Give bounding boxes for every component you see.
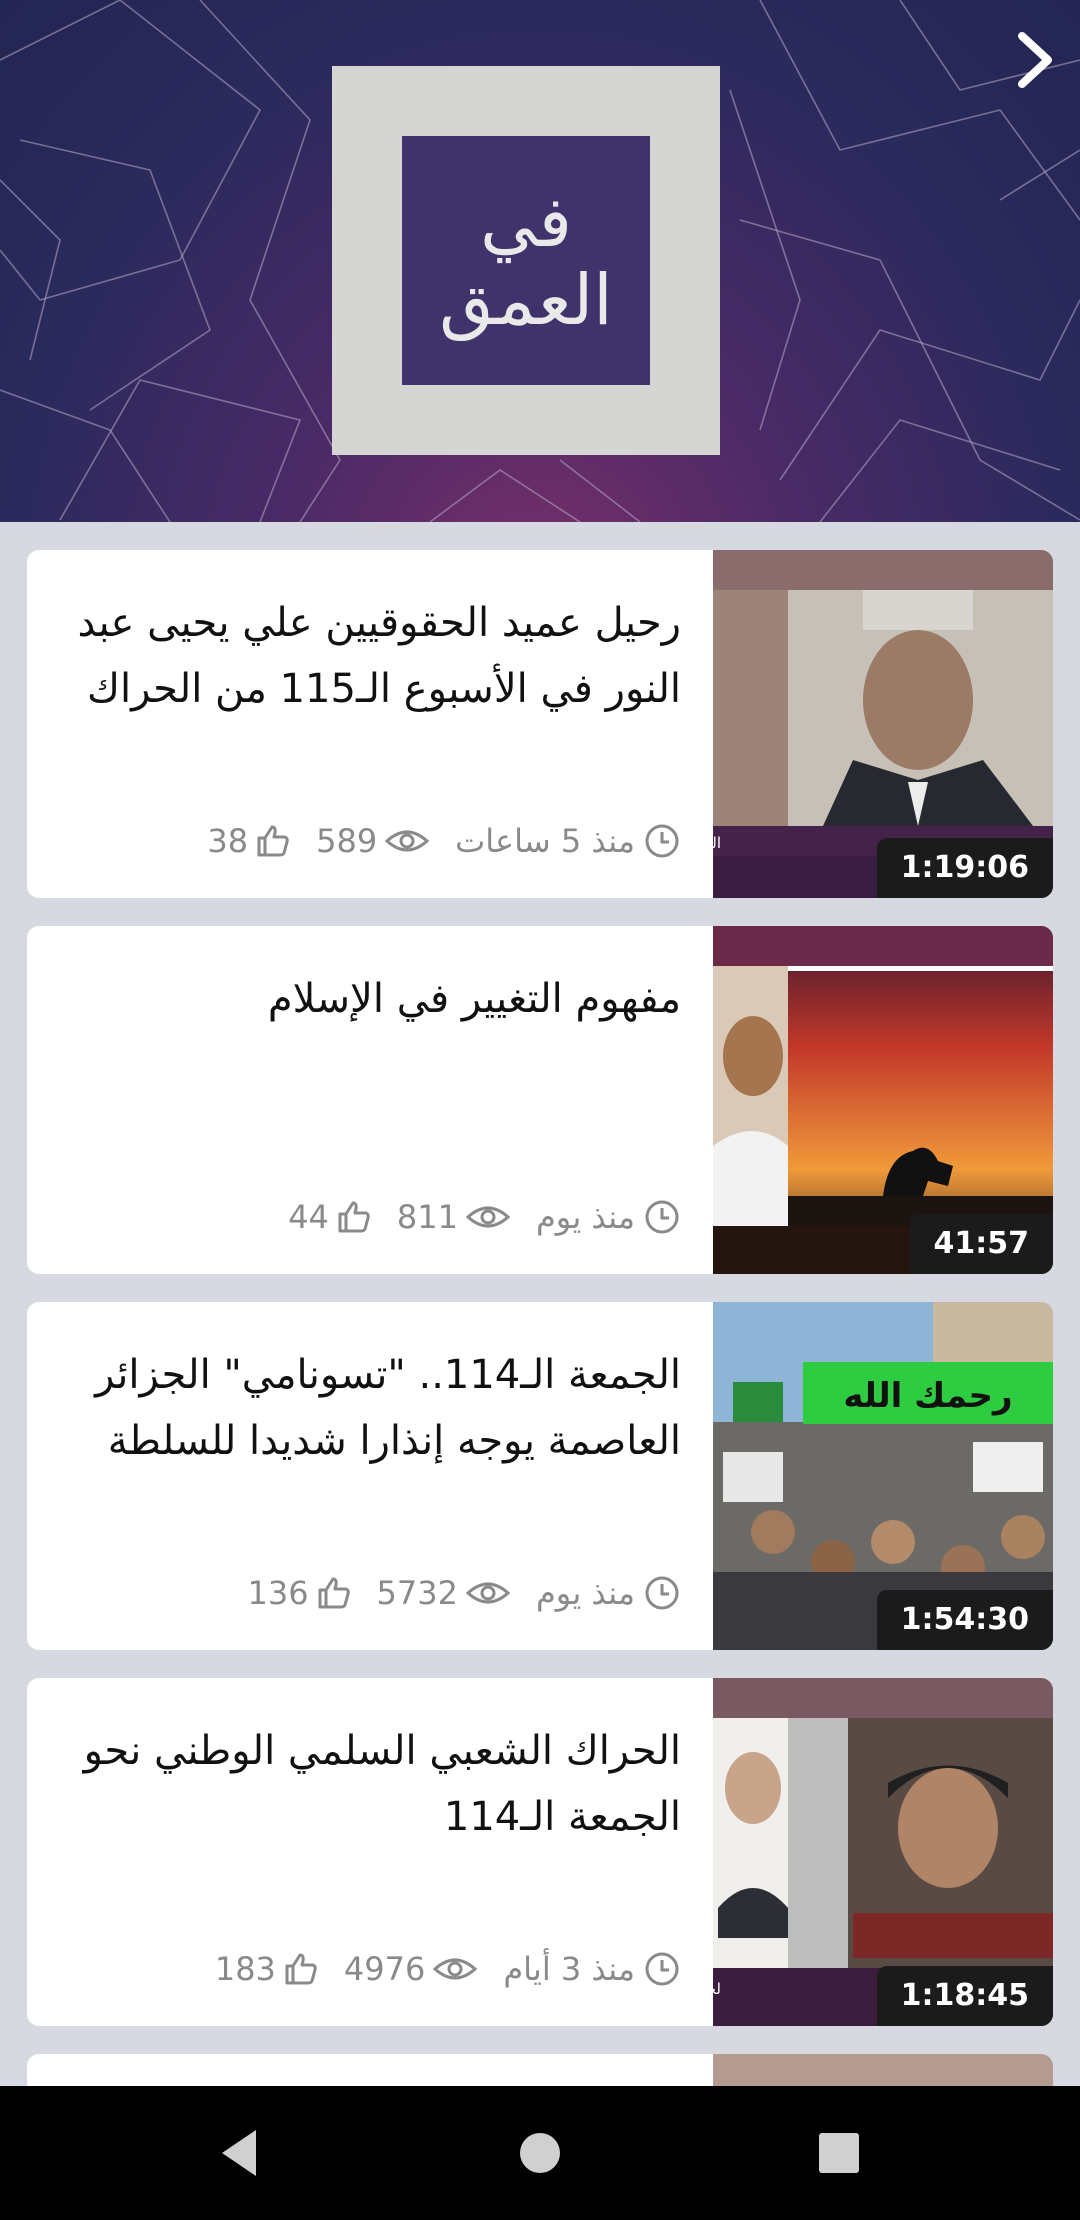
- eye-icon: [433, 1958, 478, 1980]
- video-card[interactable]: رحمك الله 1:54:30 الجمعة الـ114.. "تسونا…: [27, 1302, 1053, 1650]
- like-count: 44: [288, 1198, 329, 1236]
- video-title[interactable]: مفهوم التغيير في الإسلام: [61, 966, 681, 1032]
- thumb-caption: لجمعة الـ114: [713, 1980, 721, 1998]
- video-card[interactable]: 41:57 مفهوم التغيير في الإسلام منذ يوم 8…: [27, 926, 1053, 1274]
- video-thumbnail[interactable]: النور في الأسبوع الـ115 من 1:19:06: [713, 550, 1053, 898]
- video-card[interactable]: لجمعة الـ114 1:18:45 الحراك الشعبي السلم…: [27, 1678, 1053, 2026]
- system-nav-bar: [0, 2086, 1080, 2220]
- time-ago: منذ يوم: [535, 1198, 635, 1236]
- thumbs-up-icon: [257, 825, 289, 857]
- clock-icon: [645, 824, 679, 858]
- video-title[interactable]: الحراك الشعبي السلمي الوطني نحو الجمعة ا…: [61, 1718, 681, 1850]
- like-count: 183: [214, 1950, 276, 1988]
- thumbs-up-icon: [318, 1577, 350, 1609]
- thumbs-up-icon: [338, 1201, 370, 1233]
- duration-badge: 1:18:45: [876, 1966, 1053, 2026]
- time-ago: منذ 3 أيام: [503, 1950, 635, 1988]
- time-ago: منذ 5 ساعات: [455, 822, 635, 860]
- recents-square-icon[interactable]: [806, 2120, 872, 2186]
- view-count: 589: [316, 822, 378, 860]
- video-thumbnail[interactable]: رحمك الله 1:54:30: [713, 1302, 1053, 1650]
- clock-icon: [645, 1952, 679, 1986]
- video-title[interactable]: الجمعة الـ114.. "تسونامي" الجزائر العاصم…: [61, 1342, 681, 1474]
- clock-icon: [645, 1576, 679, 1610]
- like-count: 38: [207, 822, 249, 860]
- logo-line-2: العمق: [439, 258, 613, 341]
- like-count: 136: [247, 1574, 309, 1612]
- duration-badge: 1:19:06: [876, 838, 1053, 898]
- show-logo-inner: في العمق: [402, 136, 650, 385]
- video-meta: منذ 3 أيام 4976 183: [215, 1950, 681, 1988]
- view-count: 5732: [376, 1574, 458, 1612]
- video-meta: منذ يوم 5732 136: [247, 1574, 681, 1612]
- home-circle-icon[interactable]: [507, 2120, 573, 2186]
- eye-icon: [385, 830, 430, 852]
- video-meta: منذ 5 ساعات 589 38: [207, 822, 681, 860]
- duration-badge: 41:57: [909, 1214, 1053, 1274]
- duration-badge: 1:54:30: [876, 1590, 1053, 1650]
- video-thumbnail[interactable]: 41:57: [713, 926, 1053, 1274]
- logo-line-1: في: [480, 180, 572, 263]
- view-count: 811: [396, 1198, 458, 1236]
- chevron-right-icon[interactable]: [1002, 26, 1062, 94]
- back-triangle-icon[interactable]: [208, 2120, 274, 2186]
- show-logo-text: في العمق: [439, 183, 612, 339]
- video-title[interactable]: رحيل عميد الحقوقيين علي يحيى عبد النور ف…: [61, 590, 681, 722]
- thumb-banner-text: رحمك الله: [843, 1376, 1012, 1416]
- view-count: 4976: [343, 1950, 426, 1988]
- video-meta: منذ يوم 811 44: [288, 1198, 681, 1236]
- eye-icon: [465, 1582, 510, 1604]
- eye-icon: [465, 1206, 510, 1228]
- show-logo: في العمق: [332, 66, 720, 455]
- video-thumbnail[interactable]: لجمعة الـ114 1:18:45: [713, 1678, 1053, 2026]
- clock-icon: [645, 1200, 679, 1234]
- show-banner: في العمق: [0, 0, 1080, 522]
- video-card[interactable]: النور في الأسبوع الـ115 من 1:19:06 رحيل …: [27, 550, 1053, 898]
- thumb-caption: النور في الأسبوع الـ115 من: [713, 833, 721, 853]
- thumbs-up-icon: [285, 1953, 317, 1985]
- time-ago: منذ يوم: [535, 1574, 635, 1612]
